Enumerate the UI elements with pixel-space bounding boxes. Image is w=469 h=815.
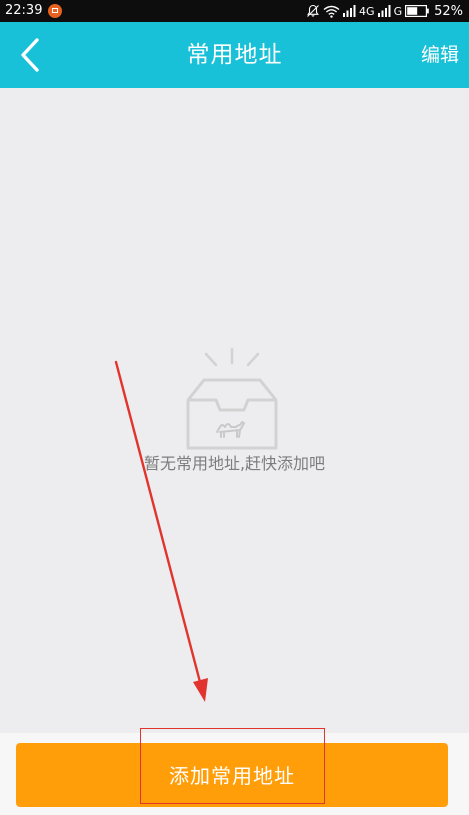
mute-bell-icon (306, 4, 320, 18)
status-bar: 22:39 4G G 52% (0, 0, 469, 22)
signal-bars-icon-2 (377, 5, 391, 17)
page-title: 常用地址 (186, 42, 283, 68)
notification-icon (48, 4, 62, 18)
wifi-icon (323, 5, 340, 18)
empty-inbox-camel-icon (180, 347, 284, 452)
battery-percent: 52% (434, 3, 463, 19)
app-header: 常用地址 编辑 (0, 22, 469, 88)
add-address-button[interactable]: 添加常用地址 (16, 743, 448, 807)
battery-icon (405, 5, 429, 17)
signal-bars-icon (343, 5, 356, 17)
empty-state-message: 暂无常用地址,赶快添加吧 (143, 454, 326, 473)
edit-button[interactable]: 编辑 (421, 22, 459, 88)
status-icons: 4G G 52% (306, 0, 463, 22)
network-type-label: 4G (359, 4, 375, 18)
network-type-label-2: G (393, 4, 403, 18)
status-time: 22:39 (5, 3, 43, 18)
